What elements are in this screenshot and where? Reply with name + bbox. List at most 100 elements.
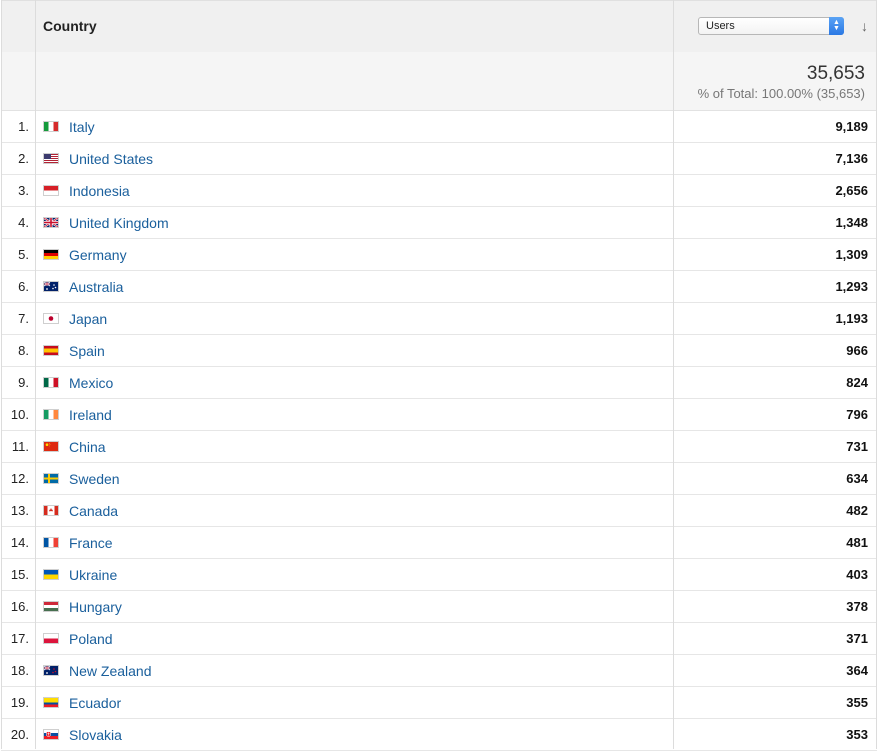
dimension-column-header[interactable]: Country xyxy=(43,18,97,34)
indonesia-flag-icon xyxy=(43,185,59,196)
users-value: 378 xyxy=(846,599,868,614)
users-value: 403 xyxy=(846,567,868,582)
ukraine-flag-icon xyxy=(43,569,59,580)
users-value: 371 xyxy=(846,631,868,646)
row-rank: 18. xyxy=(10,663,29,678)
australia-flag-icon xyxy=(43,281,59,292)
table-body: 1. Italy 9,189 2. United States 7,136 3.… xyxy=(1,111,877,751)
users-value: 731 xyxy=(846,439,868,454)
country-link[interactable]: United Kingdom xyxy=(69,215,169,231)
metric-select[interactable]: Users ▲ ▼ xyxy=(698,17,844,35)
row-rank: 14. xyxy=(10,535,29,550)
country-link[interactable]: Ecuador xyxy=(69,695,121,711)
country-link[interactable]: Hungary xyxy=(69,599,122,615)
country-link[interactable]: Japan xyxy=(69,311,107,327)
sweden-flag-icon xyxy=(43,473,59,484)
france-flag-icon xyxy=(43,537,59,548)
row-rank: 7. xyxy=(18,311,29,326)
table-row: 5. Germany 1,309 xyxy=(1,239,877,271)
row-rank: 17. xyxy=(10,631,29,646)
row-rank: 6. xyxy=(18,279,29,294)
row-rank: 9. xyxy=(18,375,29,390)
mexico-flag-icon xyxy=(43,377,59,388)
users-value: 7,136 xyxy=(835,151,868,166)
ireland-flag-icon xyxy=(43,409,59,420)
users-value: 1,193 xyxy=(835,311,868,326)
germany-flag-icon xyxy=(43,249,59,260)
total-users-value: 35,653 xyxy=(806,63,865,84)
users-value: 1,293 xyxy=(835,279,868,294)
users-value: 2,656 xyxy=(835,183,868,198)
country-link[interactable]: France xyxy=(69,535,113,551)
users-value: 9,189 xyxy=(835,119,868,134)
new-zealand-flag-icon xyxy=(43,665,59,676)
country-link[interactable]: Australia xyxy=(69,279,123,295)
table-row: 2. United States 7,136 xyxy=(1,143,877,175)
table-header: Country Users ▲ ▼ ↓ xyxy=(1,0,877,52)
slovakia-flag-icon xyxy=(43,729,59,740)
country-link[interactable]: Ukraine xyxy=(69,567,117,583)
united-states-flag-icon xyxy=(43,153,59,164)
country-link[interactable]: Mexico xyxy=(69,375,113,391)
poland-flag-icon xyxy=(43,633,59,644)
column-divider xyxy=(673,0,674,749)
row-rank: 13. xyxy=(10,503,29,518)
row-rank: 1. xyxy=(18,119,29,134)
users-value: 482 xyxy=(846,503,868,518)
country-link[interactable]: Slovakia xyxy=(69,727,122,743)
table-row: 3. Indonesia 2,656 xyxy=(1,175,877,207)
spain-flag-icon xyxy=(43,345,59,356)
country-link[interactable]: Sweden xyxy=(69,471,120,487)
table-row: 15. Ukraine 403 xyxy=(1,559,877,591)
italy-flag-icon xyxy=(43,121,59,132)
table-row: 12. Sweden 634 xyxy=(1,463,877,495)
users-value: 1,309 xyxy=(835,247,868,262)
table-row: 11. China 731 xyxy=(1,431,877,463)
canada-flag-icon xyxy=(43,505,59,516)
china-flag-icon xyxy=(43,441,59,452)
hungary-flag-icon xyxy=(43,601,59,612)
country-link[interactable]: Indonesia xyxy=(69,183,130,199)
country-link[interactable]: Poland xyxy=(69,631,113,647)
users-value: 481 xyxy=(846,535,868,550)
users-value: 1,348 xyxy=(835,215,868,230)
metric-select-value: Users xyxy=(706,20,735,32)
country-link[interactable]: China xyxy=(69,439,106,455)
users-value: 824 xyxy=(846,375,868,390)
country-link[interactable]: Italy xyxy=(69,119,95,135)
row-rank: 8. xyxy=(18,343,29,358)
column-divider xyxy=(35,0,36,749)
country-link[interactable]: United States xyxy=(69,151,153,167)
row-rank: 20. xyxy=(10,727,29,742)
table-row: 17. Poland 371 xyxy=(1,623,877,655)
row-rank: 19. xyxy=(10,695,29,710)
table-row: 8. Spain 966 xyxy=(1,335,877,367)
table-row: 19. Ecuador 355 xyxy=(1,687,877,719)
united-kingdom-flag-icon xyxy=(43,217,59,228)
country-report-table: Country Users ▲ ▼ ↓ 35,653 % of Total: 10… xyxy=(1,0,877,751)
table-border-right xyxy=(876,0,877,749)
table-row: 13. Canada 482 xyxy=(1,495,877,527)
country-link[interactable]: Ireland xyxy=(69,407,112,423)
table-row: 4. United Kingdom 1,348 xyxy=(1,207,877,239)
country-link[interactable]: New Zealand xyxy=(69,663,152,679)
users-value: 796 xyxy=(846,407,868,422)
total-percent-text: % of Total: 100.00% (35,653) xyxy=(697,86,865,101)
totals-row: 35,653 % of Total: 100.00% (35,653) xyxy=(1,52,877,111)
country-link[interactable]: Canada xyxy=(69,503,118,519)
table-row: 6. Australia 1,293 xyxy=(1,271,877,303)
country-link[interactable]: Germany xyxy=(69,247,127,263)
table-row: 20. Slovakia 353 xyxy=(1,719,877,751)
row-rank: 5. xyxy=(18,247,29,262)
table-row: 10. Ireland 796 xyxy=(1,399,877,431)
table-row: 1. Italy 9,189 xyxy=(1,111,877,143)
japan-flag-icon xyxy=(43,313,59,324)
select-arrows-icon: ▲ ▼ xyxy=(829,17,844,35)
table-row: 18. New Zealand 364 xyxy=(1,655,877,687)
country-link[interactable]: Spain xyxy=(69,343,105,359)
arrow-down-icon[interactable]: ↓ xyxy=(861,18,868,34)
table-border-left xyxy=(1,0,2,749)
table-row: 9. Mexico 824 xyxy=(1,367,877,399)
row-rank: 2. xyxy=(18,151,29,166)
row-rank: 12. xyxy=(10,471,29,486)
